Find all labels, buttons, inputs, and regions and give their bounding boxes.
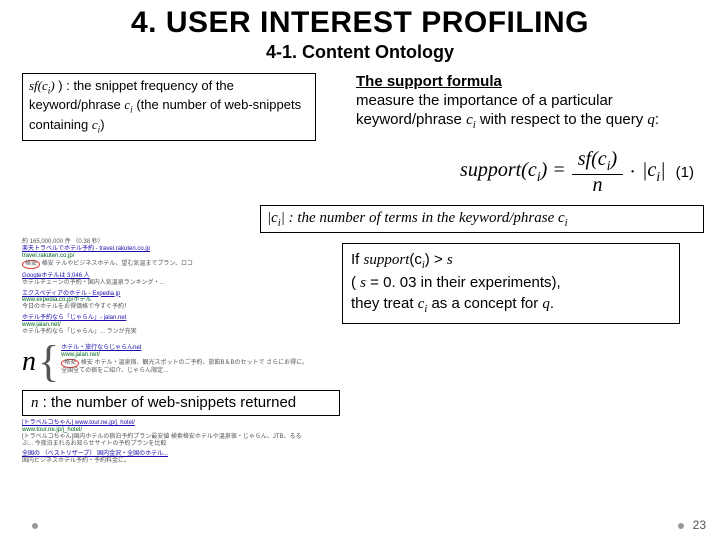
search-results-mock: 約 165,000,000 件 （0.38 秒） 楽天トラベルでホテル予約 - … — [22, 239, 312, 336]
sf-definition-box: sf(ci) ) : the snippet frequency of the … — [22, 73, 316, 141]
footer-dot-icon — [678, 523, 684, 529]
slide-subtitle: 4-1. Content Ontology — [0, 42, 720, 63]
equation-number: (1) — [676, 164, 694, 181]
support-formula: support(ci) = sf(ci) n · |ci| — [460, 149, 666, 195]
search-results-mock-3: [トラベルコちゃん] www.tour.ne.jp/j_hotel/www.to… — [22, 420, 312, 465]
page-number: 23 — [693, 518, 706, 532]
slide-title: 4. USER INTEREST PROFILING — [0, 0, 720, 40]
search-results-mock-2: ホテル・旅行ならじゃらんnetwww.jalan.net/格安 格安 ホテル・温… — [61, 345, 312, 379]
ci-definition-box: |ci| : the number of terms in the keywor… — [260, 205, 704, 233]
formula-row: support(ci) = sf(ci) n · |ci| (1) — [0, 149, 720, 195]
n-symbol: n — [22, 346, 36, 378]
n-definition-box: n : the number of web-snippets returned — [22, 390, 340, 416]
footer-dot-icon — [32, 523, 38, 529]
conclusion-box: If support(ci) > s ( s = 0. 03 in their … — [342, 243, 680, 324]
brace-icon: { — [38, 340, 59, 384]
support-description: The support formula measure the importan… — [356, 73, 676, 132]
